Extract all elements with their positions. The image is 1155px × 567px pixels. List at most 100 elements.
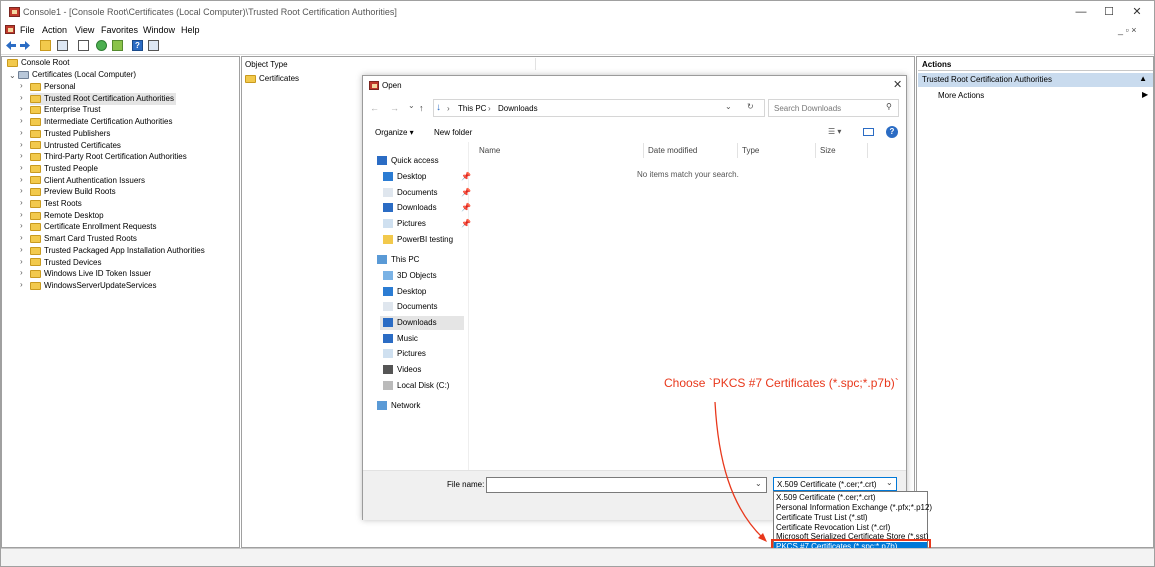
show-tree-icon[interactable] [57,40,68,51]
nav-this-pc-item[interactable]: Desktop [383,285,426,299]
mdi-child-controls[interactable]: _ ▫ × [1118,25,1136,35]
tree-item[interactable]: Trusted People [30,163,100,175]
refresh-icon[interactable]: ↻ [747,102,754,111]
chevron-right-icon[interactable]: › [20,163,23,172]
file-type-select[interactable]: X.509 Certificate (*.cer;*.crt) ⌄ [773,477,897,491]
tree-item[interactable]: WindowsServerUpdateServices [30,280,159,292]
show-action-pane-icon[interactable] [148,40,159,51]
tree-item[interactable]: Smart Card Trusted Roots [30,233,139,245]
chevron-right-icon[interactable]: › [20,116,23,125]
chevron-right-icon[interactable]: › [20,245,23,254]
menu-view[interactable]: View [75,25,94,35]
nav-this-pc-item[interactable]: Music [383,332,418,346]
new-folder-button[interactable]: New folder [434,128,472,137]
address-dropdown-icon[interactable]: ⌄ [725,102,732,111]
nav-this-pc-item[interactable]: Downloads [380,316,464,330]
recent-locations-icon[interactable]: ⌄ [408,101,415,110]
tree-item[interactable]: Intermediate Certification Authorities [30,116,175,128]
chevron-right-icon[interactable]: › [20,257,23,266]
dialog-close-button[interactable]: ✕ [893,78,902,91]
organize-button[interactable]: Organize ▾ [375,128,414,137]
chevron-right-icon[interactable]: › [20,104,23,113]
title-bar[interactable]: Console1 - [Console Root\Certificates (L… [1,1,1154,23]
menu-file[interactable]: File [20,25,35,35]
preview-pane-icon[interactable] [863,128,874,136]
refresh-icon[interactable] [96,40,107,51]
nav-quick-access-item[interactable]: Pictures 📌 [383,217,471,231]
console-menu-icon[interactable] [5,25,15,34]
menu-action[interactable]: Action [42,25,67,35]
chevron-right-icon[interactable]: › [20,175,23,184]
chevron-right-icon[interactable]: › [20,268,23,277]
menu-window[interactable]: Window [143,25,175,35]
chevron-right-icon[interactable]: › [20,151,23,160]
chevron-right-icon[interactable]: › [20,280,23,289]
file-type-option[interactable]: Certificate Trust List (*.stl) [776,513,868,523]
column-object-type[interactable]: Object Type [245,60,288,69]
tree-item[interactable]: Trusted Devices [30,257,104,269]
help-icon[interactable]: ? [132,40,143,51]
tree-certificates-local-computer[interactable]: Certificates (Local Computer) [18,69,136,81]
tree-console-root[interactable]: Console Root [7,57,69,69]
change-view-icon[interactable]: ☰ ▾ [828,127,841,136]
more-actions-link[interactable]: More Actions [938,91,984,100]
back-arrow-icon[interactable]: ← [370,103,379,113]
chevron-right-icon[interactable]: › [20,210,23,219]
menu-help[interactable]: Help [181,25,200,35]
chevron-right-icon[interactable]: › [20,198,23,207]
forward-arrow-icon[interactable]: → [390,103,399,113]
chevron-right-icon[interactable]: › [20,128,23,137]
copy-icon[interactable] [78,40,89,51]
pin-icon[interactable]: 📌 [461,217,471,231]
tree-item[interactable]: Preview Build Roots [30,186,118,198]
chevron-right-icon[interactable]: › [20,221,23,230]
minimize-button[interactable]: — [1073,5,1089,19]
tree-item[interactable]: Enterprise Trust [30,104,102,116]
back-forward-icon[interactable] [5,40,31,51]
column-date-modified[interactable]: Date modified [648,146,697,155]
close-button[interactable]: ✕ [1129,5,1145,19]
nav-this-pc-item[interactable]: Documents [383,300,437,314]
nav-this-pc-item[interactable]: 3D Objects [383,269,437,283]
chevron-down-icon[interactable]: ⌄ [9,71,16,80]
up-arrow-icon[interactable]: ↑ [419,103,424,113]
nav-quick-access-item[interactable]: Documents 📌 [383,186,471,200]
tree-item[interactable]: Third-Party Root Certification Authoriti… [30,151,189,163]
nav-this-pc-item[interactable]: Pictures [383,347,426,361]
column-size[interactable]: Size [820,146,836,155]
nav-this-pc-item[interactable]: Local Disk (C:) [383,379,449,393]
actions-section-header[interactable]: Trusted Root Certification Authorities ▲ [918,73,1153,87]
breadcrumb-downloads[interactable]: Downloads [498,104,538,113]
pin-icon[interactable]: 📌 [461,170,471,184]
chevron-right-icon[interactable]: › [20,93,23,102]
tree-item[interactable]: Untrusted Certificates [30,140,123,152]
tree-item[interactable]: Trusted Publishers [30,128,112,140]
nav-quick-access-item[interactable]: Downloads 📌 [383,201,471,215]
chevron-right-icon[interactable]: › [20,186,23,195]
tree-item[interactable]: Test Roots [30,198,84,210]
export-list-icon[interactable] [112,40,123,51]
chevron-right-icon[interactable]: › [20,233,23,242]
tree-item[interactable]: Trusted Root Certification Authorities [30,92,176,105]
chevron-right-icon[interactable]: › [20,140,23,149]
nav-quick-access[interactable]: Quick access [377,154,439,168]
pin-icon[interactable]: 📌 [461,186,471,200]
help-icon[interactable]: ? [886,126,898,138]
tree-item[interactable]: Certificate Enrollment Requests [30,221,159,233]
column-type[interactable]: Type [742,146,759,155]
address-bar[interactable]: ↓ › This PC › Downloads ⌄ ↻ [433,99,765,117]
result-row-certificates[interactable]: Certificates [245,73,299,85]
column-name[interactable]: Name [479,146,500,155]
collapse-icon[interactable]: ▲ [1139,74,1147,83]
file-type-option[interactable]: X.509 Certificate (*.cer;*.crt) [776,493,876,503]
up-folder-icon[interactable] [40,40,51,51]
menu-favorites[interactable]: Favorites [101,25,138,35]
breadcrumb-this-pc[interactable]: This PC [458,104,486,113]
pin-icon[interactable]: 📌 [461,201,471,215]
tree-item[interactable]: Trusted Packaged App Installation Author… [30,245,207,257]
chevron-right-icon[interactable]: › [20,81,23,90]
nav-quick-access-item[interactable]: Desktop 📌 [383,170,471,184]
nav-network[interactable]: Network [377,399,420,413]
search-box[interactable]: Search Downloads ⚲ [768,99,899,117]
tree-item[interactable]: Windows Live ID Token Issuer [30,268,153,280]
